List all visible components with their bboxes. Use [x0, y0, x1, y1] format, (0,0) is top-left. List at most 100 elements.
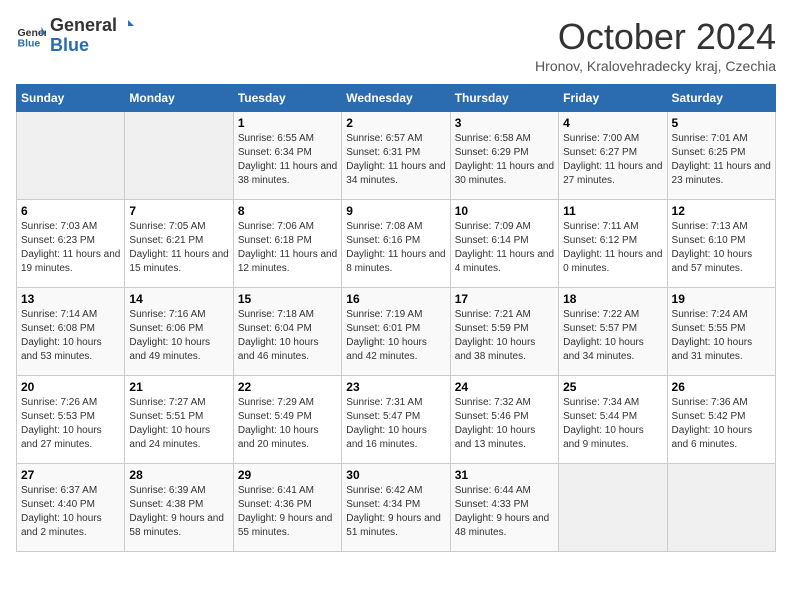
weekday-header-saturday: Saturday — [667, 85, 775, 112]
day-info: Sunrise: 7:05 AM Sunset: 6:21 PM Dayligh… — [129, 220, 228, 276]
day-info: Sunrise: 7:11 AM Sunset: 6:12 PM Dayligh… — [563, 220, 662, 276]
day-number: 23 — [346, 380, 445, 394]
calendar-cell: 29 Sunrise: 6:41 AM Sunset: 4:36 PM Dayli… — [233, 464, 341, 552]
calendar-cell: 27 Sunrise: 6:37 AM Sunset: 4:40 PM Dayli… — [17, 464, 125, 552]
day-number: 16 — [346, 292, 445, 306]
calendar-cell: 26Sunrise: 7:36 AM Sunset: 5:42 PM Dayli… — [667, 376, 775, 464]
day-info: Sunrise: 6:57 AM Sunset: 6:31 PM Dayligh… — [346, 132, 445, 188]
day-number: 10 — [455, 204, 554, 218]
day-info: Sunrise: 7:08 AM Sunset: 6:16 PM Dayligh… — [346, 220, 445, 276]
day-number: 11 — [563, 204, 662, 218]
logo: General Blue General Blue — [16, 16, 134, 56]
day-number: 27 — [21, 468, 120, 482]
day-info: Sunrise: 7:16 AM Sunset: 6:06 PM Dayligh… — [129, 308, 228, 364]
calendar-week-1: 1 Sunrise: 6:55 AM Sunset: 6:34 PM Daylig… — [17, 112, 776, 200]
day-number: 7 — [129, 204, 228, 218]
day-info: Sunrise: 7:01 AM Sunset: 6:25 PM Dayligh… — [672, 132, 771, 188]
calendar-cell — [17, 112, 125, 200]
calendar-cell — [667, 464, 775, 552]
day-number: 9 — [346, 204, 445, 218]
day-number: 19 — [672, 292, 771, 306]
day-info: Sunrise: 7:13 AM Sunset: 6:10 PM Dayligh… — [672, 220, 771, 276]
calendar-cell: 1 Sunrise: 6:55 AM Sunset: 6:34 PM Daylig… — [233, 112, 341, 200]
calendar-cell: 13 Sunrise: 7:14 AM Sunset: 6:08 PM Dayli… — [17, 288, 125, 376]
calendar-cell: 19 Sunrise: 7:24 AM Sunset: 5:55 PM Dayli… — [667, 288, 775, 376]
title-area: October 2024 Hronov, Kralovehradecky kra… — [535, 16, 776, 74]
day-info: Sunrise: 6:44 AM Sunset: 4:33 PM Dayligh… — [455, 484, 554, 540]
day-number: 12 — [672, 204, 771, 218]
logo-text-line1: General — [50, 16, 134, 36]
logo-wing-icon — [118, 18, 134, 34]
calendar-cell: 10 Sunrise: 7:09 AM Sunset: 6:14 PM Dayli… — [450, 200, 558, 288]
calendar-week-2: 6Sunrise: 7:03 AM Sunset: 6:23 PM Daylig… — [17, 200, 776, 288]
day-info: Sunrise: 6:42 AM Sunset: 4:34 PM Dayligh… — [346, 484, 445, 540]
day-info: Sunrise: 7:21 AM Sunset: 5:59 PM Dayligh… — [455, 308, 554, 364]
calendar-cell: 18 Sunrise: 7:22 AM Sunset: 5:57 PM Dayli… — [559, 288, 667, 376]
calendar-cell: 11 Sunrise: 7:11 AM Sunset: 6:12 PM Dayli… — [559, 200, 667, 288]
day-info: Sunrise: 7:31 AM Sunset: 5:47 PM Dayligh… — [346, 396, 445, 452]
calendar-cell: 12 Sunrise: 7:13 AM Sunset: 6:10 PM Dayli… — [667, 200, 775, 288]
day-number: 15 — [238, 292, 337, 306]
day-number: 22 — [238, 380, 337, 394]
day-number: 4 — [563, 116, 662, 130]
day-info: Sunrise: 7:18 AM Sunset: 6:04 PM Dayligh… — [238, 308, 337, 364]
day-number: 31 — [455, 468, 554, 482]
day-number: 29 — [238, 468, 337, 482]
calendar-cell: 17 Sunrise: 7:21 AM Sunset: 5:59 PM Dayli… — [450, 288, 558, 376]
day-number: 30 — [346, 468, 445, 482]
day-number: 13 — [21, 292, 120, 306]
calendar-cell: 24Sunrise: 7:32 AM Sunset: 5:46 PM Dayli… — [450, 376, 558, 464]
day-info: Sunrise: 6:41 AM Sunset: 4:36 PM Dayligh… — [238, 484, 337, 540]
weekday-header-thursday: Thursday — [450, 85, 558, 112]
day-number: 21 — [129, 380, 228, 394]
day-number: 1 — [238, 116, 337, 130]
calendar-cell: 2Sunrise: 6:57 AM Sunset: 6:31 PM Daylig… — [342, 112, 450, 200]
calendar-week-3: 13 Sunrise: 7:14 AM Sunset: 6:08 PM Dayli… — [17, 288, 776, 376]
day-info: Sunrise: 6:58 AM Sunset: 6:29 PM Dayligh… — [455, 132, 554, 188]
calendar-cell: 6Sunrise: 7:03 AM Sunset: 6:23 PM Daylig… — [17, 200, 125, 288]
calendar-cell: 15 Sunrise: 7:18 AM Sunset: 6:04 PM Dayli… — [233, 288, 341, 376]
weekday-header-tuesday: Tuesday — [233, 85, 341, 112]
logo-text-line2: Blue — [50, 36, 134, 56]
calendar-cell — [125, 112, 233, 200]
calendar-cell: 20Sunrise: 7:26 AM Sunset: 5:53 PM Dayli… — [17, 376, 125, 464]
calendar-cell: 3Sunrise: 6:58 AM Sunset: 6:29 PM Daylig… — [450, 112, 558, 200]
calendar-cell: 8 Sunrise: 7:06 AM Sunset: 6:18 PM Daylig… — [233, 200, 341, 288]
calendar-week-5: 27 Sunrise: 6:37 AM Sunset: 4:40 PM Dayli… — [17, 464, 776, 552]
calendar-body: 1 Sunrise: 6:55 AM Sunset: 6:34 PM Daylig… — [17, 112, 776, 552]
day-info: Sunrise: 7:22 AM Sunset: 5:57 PM Dayligh… — [563, 308, 662, 364]
weekday-header-wednesday: Wednesday — [342, 85, 450, 112]
weekday-header-sunday: Sunday — [17, 85, 125, 112]
month-title: October 2024 — [535, 16, 776, 58]
day-number: 8 — [238, 204, 337, 218]
day-number: 18 — [563, 292, 662, 306]
day-info: Sunrise: 7:24 AM Sunset: 5:55 PM Dayligh… — [672, 308, 771, 364]
day-number: 17 — [455, 292, 554, 306]
page-header: General Blue General Blue October 2024 H… — [16, 16, 776, 74]
calendar-cell — [559, 464, 667, 552]
weekday-header-row: SundayMondayTuesdayWednesdayThursdayFrid… — [17, 85, 776, 112]
calendar-cell: 7 Sunrise: 7:05 AM Sunset: 6:21 PM Daylig… — [125, 200, 233, 288]
weekday-header-friday: Friday — [559, 85, 667, 112]
day-number: 25 — [563, 380, 662, 394]
calendar-cell: 21 Sunrise: 7:27 AM Sunset: 5:51 PM Dayli… — [125, 376, 233, 464]
day-number: 5 — [672, 116, 771, 130]
day-info: Sunrise: 7:34 AM Sunset: 5:44 PM Dayligh… — [563, 396, 662, 452]
day-info: Sunrise: 7:09 AM Sunset: 6:14 PM Dayligh… — [455, 220, 554, 276]
calendar-header: SundayMondayTuesdayWednesdayThursdayFrid… — [17, 85, 776, 112]
day-info: Sunrise: 7:32 AM Sunset: 5:46 PM Dayligh… — [455, 396, 554, 452]
day-info: Sunrise: 7:14 AM Sunset: 6:08 PM Dayligh… — [21, 308, 120, 364]
calendar-cell: 16Sunrise: 7:19 AM Sunset: 6:01 PM Dayli… — [342, 288, 450, 376]
day-info: Sunrise: 6:55 AM Sunset: 6:34 PM Dayligh… — [238, 132, 337, 188]
weekday-header-monday: Monday — [125, 85, 233, 112]
calendar-cell: 30 Sunrise: 6:42 AM Sunset: 4:34 PM Dayli… — [342, 464, 450, 552]
calendar-week-4: 20Sunrise: 7:26 AM Sunset: 5:53 PM Dayli… — [17, 376, 776, 464]
calendar-cell: 4Sunrise: 7:00 AM Sunset: 6:27 PM Daylig… — [559, 112, 667, 200]
day-info: Sunrise: 7:06 AM Sunset: 6:18 PM Dayligh… — [238, 220, 337, 276]
calendar-cell: 22Sunrise: 7:29 AM Sunset: 5:49 PM Dayli… — [233, 376, 341, 464]
day-info: Sunrise: 6:39 AM Sunset: 4:38 PM Dayligh… — [129, 484, 228, 540]
day-info: Sunrise: 7:27 AM Sunset: 5:51 PM Dayligh… — [129, 396, 228, 452]
calendar-cell: 14Sunrise: 7:16 AM Sunset: 6:06 PM Dayli… — [125, 288, 233, 376]
day-info: Sunrise: 6:37 AM Sunset: 4:40 PM Dayligh… — [21, 484, 120, 540]
location: Hronov, Kralovehradecky kraj, Czechia — [535, 58, 776, 74]
